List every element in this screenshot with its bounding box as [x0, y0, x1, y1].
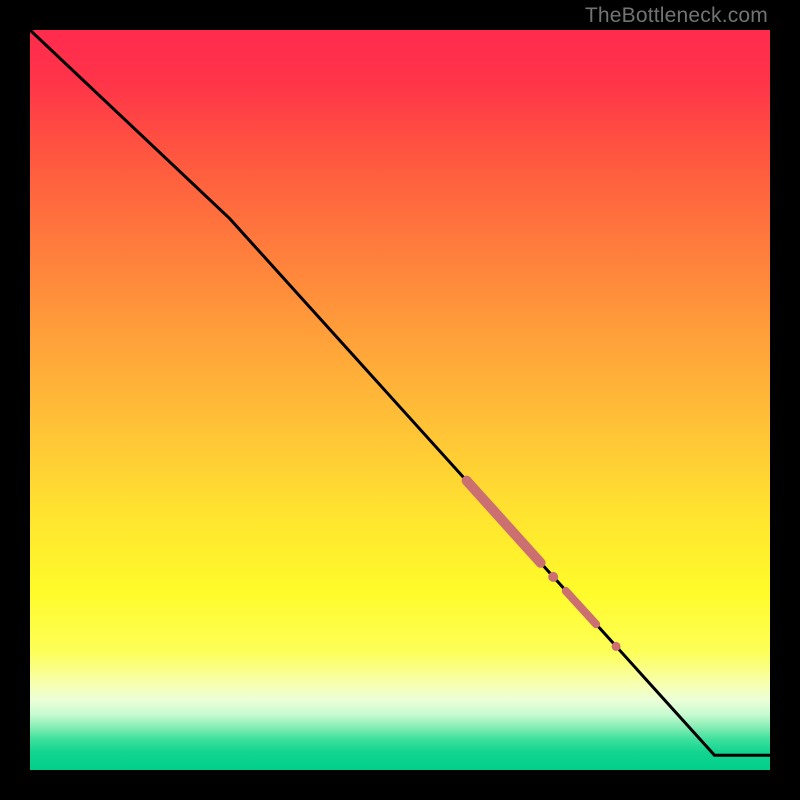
- plot-area: [30, 30, 770, 770]
- watermark-text: TheBottleneck.com: [585, 4, 768, 28]
- dot-2: [612, 642, 621, 651]
- chart-stage: TheBottleneck.com: [0, 0, 800, 800]
- thick-segment-1: [467, 481, 541, 563]
- curve-layer: [30, 30, 770, 770]
- dot-1: [548, 572, 558, 582]
- main-curve: [30, 30, 770, 755]
- marker-layer: [467, 481, 621, 651]
- thick-segment-2: [566, 591, 596, 624]
